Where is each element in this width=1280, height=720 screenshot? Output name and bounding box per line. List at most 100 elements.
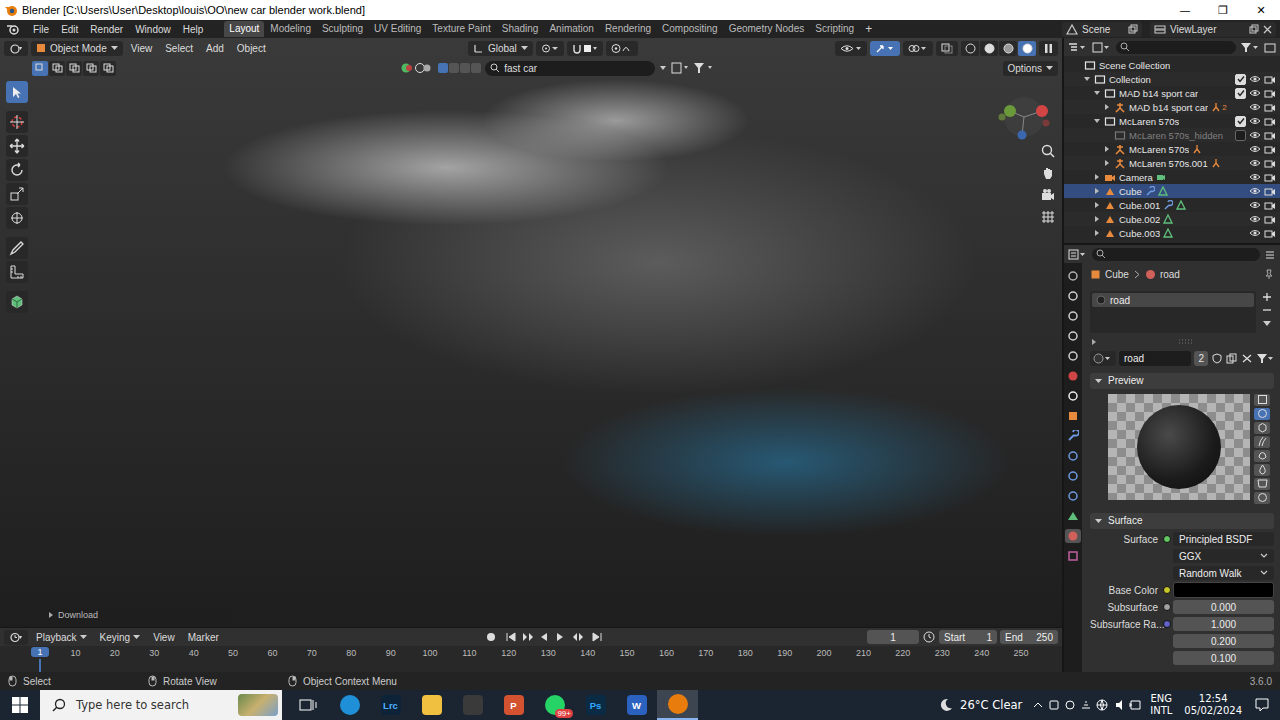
blender-menu-icon[interactable]	[6, 23, 20, 35]
clock[interactable]: 12:5405/02/2024	[1184, 693, 1242, 717]
search-highlight-image[interactable]	[238, 694, 278, 716]
timeline-menu-item[interactable]: Keying	[95, 632, 146, 643]
render-camera-icon[interactable]	[1264, 116, 1276, 126]
list-expand-icon[interactable]	[1090, 338, 1098, 346]
properties-tab[interactable]	[1065, 409, 1081, 423]
workspace-tab[interactable]: UV Editing	[369, 21, 426, 37]
expand-arrow-icon[interactable]	[1093, 201, 1101, 209]
tool-button[interactable]	[6, 207, 28, 229]
properties-tab[interactable]	[1065, 449, 1081, 463]
workspace-tab[interactable]: Compositing	[657, 21, 723, 37]
workspace-tab[interactable]: Sculpting	[317, 21, 368, 37]
viewport-menu-item[interactable]: Select	[160, 43, 198, 54]
preview-shape-button[interactable]	[1254, 408, 1270, 420]
eye-icon[interactable]	[1249, 74, 1261, 84]
select-mode-button[interactable]	[100, 61, 116, 76]
workspace-tab[interactable]: Texture Paint	[427, 21, 495, 37]
outliner-row[interactable]: Cube.003	[1064, 226, 1280, 240]
breadcrumb-item[interactable]: road	[1160, 269, 1180, 280]
options-icon[interactable]	[1264, 249, 1276, 260]
workspace-tab[interactable]: Layout	[224, 21, 264, 37]
properties-tab[interactable]	[1065, 529, 1081, 543]
tool-button[interactable]	[6, 81, 28, 103]
gizmo-toggle[interactable]	[870, 41, 900, 56]
grid-icon[interactable]	[1040, 209, 1056, 225]
taskbar-search-box[interactable]: Type here to search	[40, 690, 282, 720]
taskbar-app[interactable]	[329, 690, 370, 720]
socket-dot[interactable]	[1163, 620, 1171, 628]
property-field[interactable]: Random Walk	[1173, 566, 1274, 580]
viewport-menu-item[interactable]: Object	[232, 43, 271, 54]
pivot-button[interactable]	[536, 41, 564, 56]
proportional-edit-button[interactable]	[606, 41, 638, 56]
workspace-tab[interactable]: Rendering	[600, 21, 656, 37]
duplicate-icon[interactable]	[1226, 353, 1238, 364]
taskbar-app[interactable]: Ps	[575, 690, 616, 720]
add-slot-icon[interactable]	[1260, 291, 1274, 303]
timeline-ruler[interactable]: 1102030405060708090100110120130140150160…	[0, 646, 1062, 672]
start-frame-field[interactable]: Start1	[939, 630, 997, 644]
scene-name[interactable]: Scene	[1082, 24, 1124, 35]
new-collection-icon[interactable]	[1264, 42, 1276, 53]
copy-icon[interactable]	[1249, 24, 1259, 34]
preview-shape-button[interactable]	[1254, 394, 1270, 406]
hand-icon[interactable]	[1040, 165, 1056, 181]
playhead[interactable]: 1	[31, 647, 49, 657]
expand-arrow-icon[interactable]	[1093, 89, 1101, 97]
end-frame-field[interactable]: End250	[1000, 630, 1058, 644]
overlays-toggle[interactable]	[903, 41, 933, 56]
properties-tab[interactable]	[1065, 549, 1081, 563]
filter-icons[interactable]	[658, 62, 718, 74]
workspace-tab[interactable]: Shading	[497, 21, 544, 37]
eye-icon[interactable]	[1249, 200, 1261, 210]
pin-icon[interactable]	[1264, 269, 1274, 280]
render-view[interactable]: Download	[0, 77, 1062, 627]
tool-button[interactable]	[6, 111, 28, 133]
render-camera-icon[interactable]	[1264, 74, 1276, 84]
preview-shape-button[interactable]	[1254, 422, 1270, 434]
preview-shape-button[interactable]	[1254, 436, 1270, 448]
select-mode-button[interactable]	[49, 61, 65, 76]
camera-view-icon[interactable]	[1040, 187, 1056, 203]
clock-icon[interactable]	[922, 631, 936, 643]
start-button[interactable]	[0, 690, 40, 720]
socket-dot[interactable]	[1163, 586, 1171, 594]
color-swatch[interactable]	[1173, 582, 1274, 598]
workspace-tab[interactable]: Scripting	[810, 21, 859, 37]
shading-mode-button[interactable]	[1018, 41, 1036, 56]
property-field[interactable]: 0.100	[1173, 651, 1274, 665]
menu-item[interactable]: Render	[85, 24, 128, 35]
taskbar-app[interactable]	[288, 690, 329, 720]
taskbar-app[interactable]	[411, 690, 452, 720]
exclude-checkbox[interactable]	[1235, 74, 1246, 85]
preview-shape-button[interactable]	[1254, 478, 1270, 490]
slot-menu-icon[interactable]	[1260, 317, 1274, 329]
render-camera-icon[interactable]	[1264, 172, 1276, 182]
playback-controls-icon[interactable]	[485, 631, 605, 643]
properties-tab[interactable]	[1065, 309, 1081, 323]
tool-button[interactable]	[6, 159, 28, 181]
eye-icon[interactable]	[1249, 144, 1261, 154]
eye-icon[interactable]	[1249, 130, 1261, 140]
options-dropdown[interactable]: Options	[1003, 61, 1058, 76]
shading-mode-button[interactable]	[999, 41, 1017, 56]
outliner-row[interactable]: McLaren 570s.001	[1064, 156, 1280, 170]
material-slot[interactable]: road	[1092, 293, 1254, 307]
property-field[interactable]: 0.200	[1173, 634, 1274, 648]
surface-panel-header[interactable]: Surface	[1090, 513, 1274, 529]
tray-icons[interactable]	[1032, 697, 1142, 713]
properties-editor-icon[interactable]	[1068, 249, 1088, 260]
material-filter-icon[interactable]	[1256, 353, 1274, 364]
properties-search-field[interactable]	[1092, 248, 1260, 261]
render-color-icon[interactable]	[400, 62, 432, 74]
timeline-menu-item[interactable]: Playback	[31, 632, 92, 643]
exclude-checkbox[interactable]	[1235, 130, 1246, 141]
scene-selector[interactable]: Scene	[1062, 22, 1142, 37]
properties-tab[interactable]	[1065, 369, 1081, 383]
shading-options-button[interactable]	[1039, 41, 1058, 56]
tool-button[interactable]	[6, 261, 28, 283]
properties-tab[interactable]	[1065, 429, 1081, 443]
wrench-icon[interactable]	[1145, 186, 1155, 196]
expand-arrow-icon[interactable]	[1093, 229, 1101, 237]
properties-tab[interactable]	[1065, 389, 1081, 403]
